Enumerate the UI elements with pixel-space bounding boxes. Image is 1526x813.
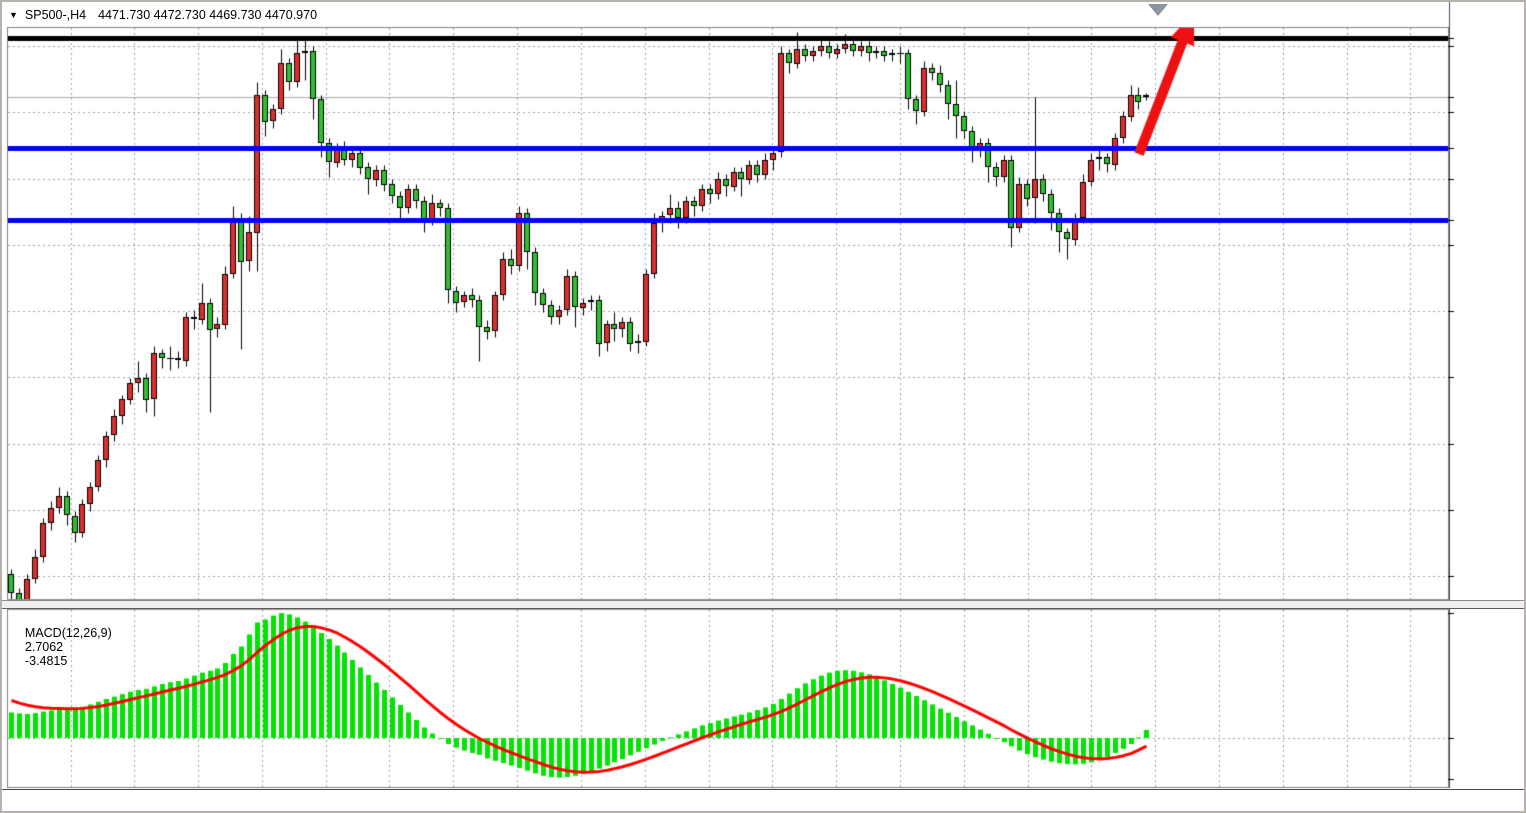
ohlc-readout: 4471.730 4472.730 4469.730 4470.970	[98, 8, 317, 22]
symbol-timeframe-label: SP500-,H4	[25, 8, 86, 22]
macd-main-value: 2.7062	[25, 640, 63, 654]
trend-arrow-annotation[interactable]	[1132, 7, 1202, 157]
price-axis[interactable]: 4492.0554464.6654437.2754409.8854382.495…	[1450, 2, 1526, 788]
autoscroll-triangle-marker[interactable]	[1148, 4, 1168, 16]
symbol-dropdown-icon: ▼	[9, 10, 18, 20]
panel-splitter[interactable]	[2, 600, 1526, 609]
macd-signal-value: -3.4815	[25, 654, 67, 668]
chart-title: ▼ SP500-,H4 4471.730 4472.730 4469.730 4…	[9, 6, 317, 24]
macd-indicator-label: MACD(12,26,9) 2.7062 -3.4815	[11, 612, 118, 682]
chart-canvas[interactable]	[2, 2, 1526, 813]
macd-name: MACD(12,26,9)	[25, 626, 112, 640]
time-axis[interactable]: 8 Jun 202313 Jun 00:0015 Jun 16:0020 Jun…	[2, 789, 1526, 813]
chart-window: ▼ SP500-,H4 4471.730 4472.730 4469.730 4…	[0, 0, 1526, 813]
